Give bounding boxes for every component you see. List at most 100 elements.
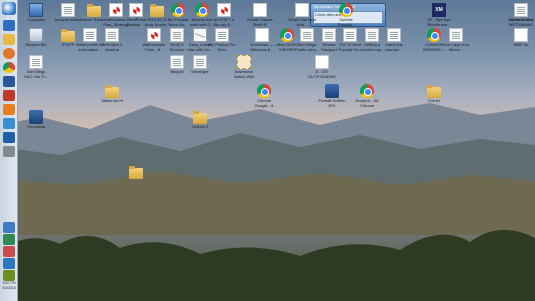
desktop-icon-label: What's the best virtu... [288, 18, 316, 27]
folder-icon [129, 166, 143, 179]
desktop-icon-label: Author Outline [508, 18, 534, 22]
doc-icon [105, 28, 119, 42]
desktop-icon-row4-5[interactable]: Corner [420, 84, 448, 104]
computer-icon [29, 3, 43, 17]
xm-icon [432, 3, 446, 17]
desktop-icon-row6-1[interactable] [122, 165, 150, 180]
bin-icon [29, 28, 43, 42]
doc-icon [387, 28, 401, 42]
desktop-icon-row1-2[interactable]: Amazon Kindle [54, 3, 82, 23]
blank-icon [315, 55, 329, 69]
desktop-icon-row1-1[interactable]: Computer [22, 3, 50, 23]
network-icon[interactable] [3, 222, 15, 233]
desktop-icon-label: Insert this channel ... [384, 43, 404, 52]
desktop-icon-row3-5[interactable]: 5 - 1ST OUTSTANDING... [308, 55, 336, 80]
chrome-icon [195, 3, 209, 17]
doc-icon [29, 55, 43, 69]
desktop-icon-label: Outbox 2 [191, 125, 209, 129]
blank-icon [255, 28, 269, 42]
volume-icon[interactable] [3, 234, 15, 245]
stamp-icon [237, 55, 251, 69]
app-icon[interactable] [3, 246, 15, 257]
chrome-icon[interactable] [3, 62, 15, 73]
desktop-icon-label: San Diego HAC Info Tr... [23, 70, 48, 79]
desktop-icon-row4-3[interactable]: Portrait NoSkin 8TK [318, 84, 346, 109]
desktop-icon-row1-13[interactable]: XE - Bye Bye Blockbuste... [425, 3, 453, 28]
desktop-icon-label: Dropbox - 68 Chrome [355, 99, 379, 108]
desktop-icon-label: Kodak Classic Stuff HF [247, 18, 273, 27]
desktop-icon-row3-4[interactable]: Downtown Abbey Wiki [230, 55, 258, 80]
app-icon [29, 110, 43, 124]
doc-icon [215, 28, 229, 42]
ie-icon[interactable] [3, 20, 15, 31]
outlook-icon[interactable] [3, 90, 15, 101]
media-icon[interactable] [3, 104, 15, 115]
clock-date: 2/4/2018 [2, 286, 16, 290]
desktop-icon-row5-2[interactable]: Outbox 2 [186, 110, 214, 130]
doc-icon [83, 28, 97, 42]
doc-icon [514, 3, 528, 17]
desktop-icon-label: Web Idea 2 desktop [101, 43, 123, 52]
doc-icon [300, 28, 314, 42]
desktop-icon-label: WMF Air [513, 43, 529, 47]
desktop-icon-row2-17[interactable]: Can I sign in to Windo... [442, 28, 470, 53]
pdf-icon [109, 3, 123, 17]
desktop-icon-row2-4[interactable]: Web Idea 2 desktop [98, 28, 126, 53]
folder-icon [87, 4, 101, 17]
desktop-icon-label: Amazon Kindle [54, 18, 82, 22]
desktop-icon-row1-12[interactable]: Sunrise Thought... [332, 3, 360, 28]
notepad-icon[interactable] [3, 146, 15, 157]
desktop-icon-row2-1[interactable]: Recycle Bin [22, 28, 50, 48]
desktop-icon-row4-2[interactable]: Chrome Google - 8 [250, 84, 278, 109]
pdf-icon [129, 3, 143, 17]
desktop-icon-label: AVCHD 7.0 Blu-ray & ... [213, 18, 235, 27]
doc-icon [170, 55, 184, 69]
desktop-icon-row2-8[interactable]: My Product Pix - Tech... [208, 28, 236, 53]
desktop-icon-label: Download — Windows 8... [250, 43, 274, 52]
desktop-icon-row2-9[interactable]: Download — Windows 8... [248, 28, 276, 53]
app-icon[interactable] [3, 258, 15, 269]
desktop-icon-label: Portrait NoSkin 8TK [318, 99, 346, 108]
desktop-icon-label: Recycle Bin [25, 43, 47, 47]
word-icon[interactable] [3, 76, 15, 87]
chrome-icon [427, 28, 441, 42]
pdf-icon [217, 3, 231, 17]
chrome-icon [280, 28, 294, 42]
desktop-icon-label: XE - Bye Bye Blockbuste... [427, 18, 451, 27]
desktop-icon-row2-15[interactable]: Insert this channel ... [380, 28, 408, 53]
app-icon [325, 84, 339, 98]
desktop-icon-row4-1[interactable]: Tables for Hi [98, 84, 126, 104]
desktop-icon-row1-9[interactable]: AVCHD 7.0 Blu-ray & ... [210, 3, 238, 28]
desktop-icon-row3-3[interactable]: Moonlight [186, 55, 214, 75]
desktop-icon-label: Tables for Hi [100, 99, 124, 103]
doc-icon [365, 28, 379, 42]
desktop-icon-label: Sunrise Thought... [336, 18, 355, 27]
desktop-icon-row1-15[interactable]: Author Outline [507, 3, 535, 23]
folder-icon[interactable] [3, 34, 15, 45]
start-button[interactable] [2, 2, 16, 15]
calculator-icon[interactable] [3, 132, 15, 143]
desktop-icon-label: Can I sign in to Windo... [442, 43, 470, 52]
desktop-icon-row1-10[interactable]: Kodak Classic Stuff HF [246, 3, 274, 28]
doc-icon [61, 3, 75, 17]
desktop-icon-row2-18[interactable]: WMF Air [507, 28, 535, 48]
firefox-icon[interactable] [3, 48, 15, 59]
blank-icon [514, 28, 528, 42]
desktop-icon-row4-4[interactable]: Dropbox - 68 Chrome [353, 84, 381, 109]
blank-icon [295, 3, 309, 17]
desktop-icon-label: Computer [27, 18, 45, 22]
desktop-icon-label: Moonlight [191, 70, 209, 74]
taskbar-clock[interactable]: 9:00 PM 2/4/2018 [0, 281, 18, 291]
desktop-icon-label: Corner [427, 99, 441, 103]
desktop-icon-label: 5 - 1ST OUTSTANDING... [308, 70, 336, 79]
folder-icon [150, 4, 164, 17]
app-icon[interactable] [3, 270, 15, 281]
desktop-icon-row3-1[interactable]: San Diego HAC Info Tr... [22, 55, 50, 80]
desktop-icon-row1-11[interactable]: What's the best virtu... [288, 3, 316, 28]
desktop-icon-row5-1[interactable]: Thumbnail [22, 110, 50, 130]
pdf-icon [147, 28, 161, 42]
photos-icon[interactable] [3, 118, 15, 129]
chrome-icon [339, 3, 353, 17]
folder-icon [105, 85, 119, 98]
doc-icon [193, 55, 207, 69]
